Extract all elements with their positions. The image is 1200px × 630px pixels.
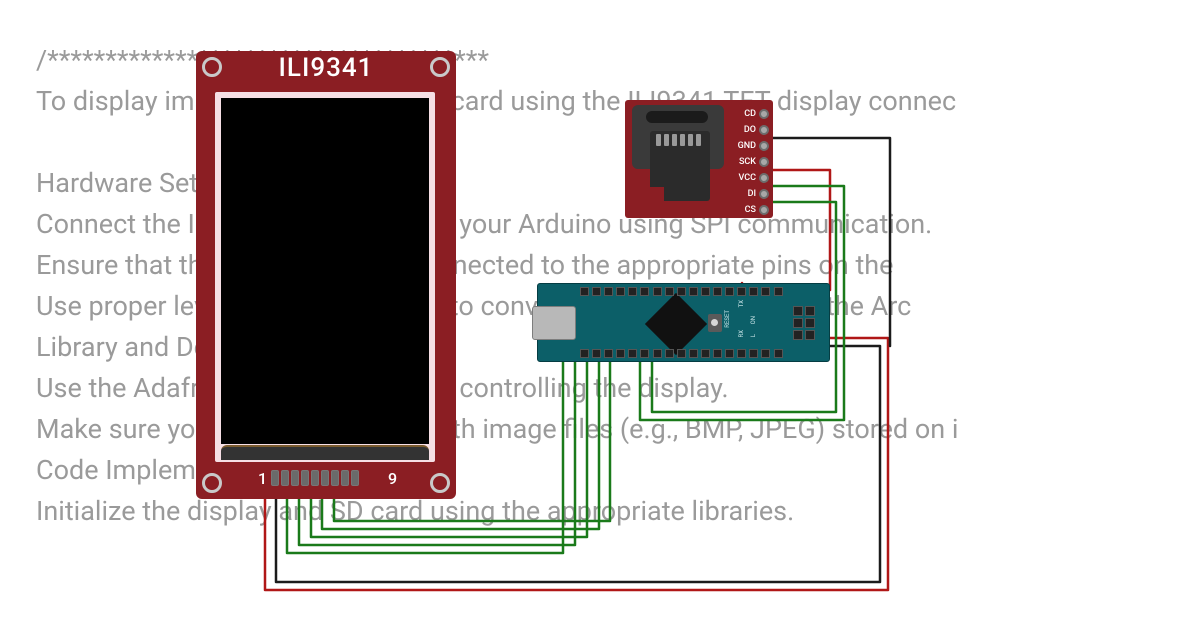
sd-card-breakout-module[interactable]: CD DO GND SCK VCC DI CS — [625, 100, 773, 218]
tft-pin[interactable] — [271, 470, 279, 486]
tft-pin[interactable] — [281, 470, 289, 486]
nano-mcu-chip-icon — [645, 293, 707, 355]
tft-pin[interactable] — [291, 470, 299, 486]
ili9341-tft-display-module[interactable]: ILI9341 1 9 — [196, 51, 456, 499]
nano-bottom-pin-header[interactable] — [580, 349, 783, 358]
tft-pin[interactable] — [351, 470, 359, 486]
tft-pin[interactable] — [341, 470, 349, 486]
tft-pin-1-label: 1 — [258, 469, 267, 488]
sd-card-slot[interactable] — [632, 105, 724, 169]
arduino-nano-board[interactable]: RESET TX RX ON L — [537, 283, 830, 362]
tft-screen — [221, 98, 429, 444]
sd-pin-header[interactable]: CD DO GND SCK VCC DI CS — [734, 106, 769, 217]
tft-pin[interactable] — [321, 470, 329, 486]
microsd-card-icon — [650, 131, 710, 201]
tft-pin[interactable] — [301, 470, 309, 486]
sd-pin-do[interactable]: DO — [734, 122, 769, 137]
tft-model-label: ILI9341 — [196, 53, 456, 83]
nano-icsp-header[interactable] — [793, 306, 823, 340]
tft-screen-frame — [215, 92, 435, 462]
tft-pin-header[interactable] — [271, 470, 385, 487]
tft-pin[interactable] — [331, 470, 339, 486]
sd-pin-cd[interactable]: CD — [734, 106, 769, 121]
code-line: Initialize the display and SD card using… — [36, 495, 794, 527]
sd-pin-vcc[interactable]: VCC — [734, 170, 769, 185]
sd-pin-gnd[interactable]: GND — [734, 138, 769, 153]
screw-hole-icon — [430, 57, 450, 77]
nano-reset-button[interactable] — [708, 314, 722, 332]
nano-reset-label: RESET — [724, 310, 731, 328]
nano-on-led-label: ON — [750, 316, 757, 324]
screw-hole-icon — [202, 473, 222, 493]
code-line: To display images saved on an SD card us… — [36, 85, 956, 117]
tft-pin[interactable] — [311, 470, 319, 486]
code-line: Connect the ILI9341 TFT display to your … — [36, 208, 932, 240]
sd-pin-sck[interactable]: SCK — [734, 154, 769, 169]
screw-hole-icon — [430, 473, 450, 493]
nano-usb-port[interactable] — [532, 306, 576, 340]
code-line: Make sure you have the SD card with imag… — [36, 413, 958, 445]
tft-flex-connector — [221, 445, 429, 460]
nano-tx-led-label: TX — [738, 300, 745, 307]
tft-pin-9-label: 9 — [388, 469, 397, 488]
sd-pin-di[interactable]: DI — [734, 186, 769, 201]
nano-rx-led-label: RX — [738, 330, 745, 337]
sd-pin-cs[interactable]: CS — [734, 202, 769, 217]
nano-l-led-label: L — [750, 334, 757, 337]
screw-hole-icon — [202, 57, 222, 77]
nano-top-pin-header[interactable] — [580, 287, 783, 296]
code-line: Ensure that the SD card is also connecte… — [36, 249, 893, 281]
